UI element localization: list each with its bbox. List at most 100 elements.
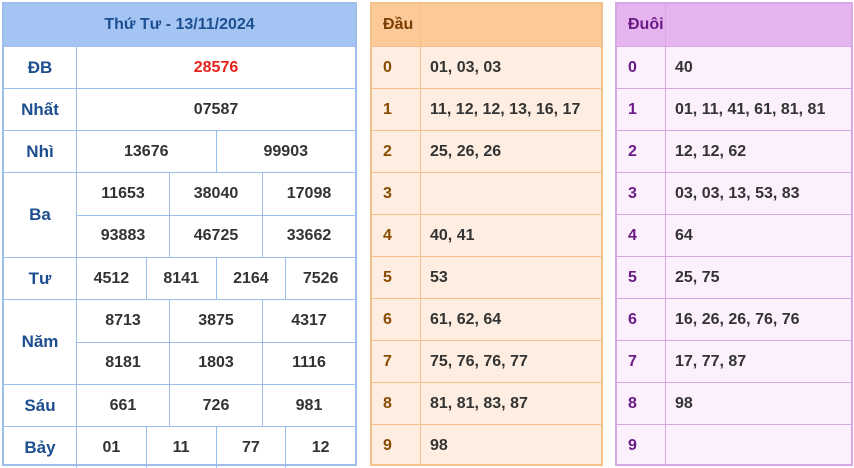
lottery-results-table: Thứ Tư - 13/11/2024 ĐB 28576 Nhất 07587 Nhì 1… [2, 2, 357, 468]
prize-number: 661 [109, 396, 137, 414]
duoi-numbers [666, 425, 851, 466]
duoi-row: 4 64 [617, 214, 851, 256]
duoi-numbers: 12, 12, 62 [675, 142, 747, 160]
dau-table: Đầu 0 01, 03, 03 1 11, 12, 12, 13, 16, 17 2 2… [370, 2, 603, 466]
dau-numbers: 25, 26, 26 [430, 142, 502, 160]
dau-row: 2 25, 26, 26 [372, 130, 601, 172]
dau-numbers: 98 [430, 436, 448, 454]
dau-numbers: 11, 12, 12, 13, 16, 17 [430, 100, 581, 118]
duoi-digit: 1 [617, 89, 666, 130]
prize-row: Năm 8713 3875 4317 8181 1803 1116 [4, 299, 355, 384]
prize-number: 07587 [193, 100, 239, 118]
dau-digit: 2 [372, 131, 421, 172]
prize-label: Nhì [4, 131, 77, 172]
duoi-row: 8 98 [617, 382, 851, 424]
duoi-row: 7 17, 77, 87 [617, 340, 851, 382]
prize-values: 4512 8141 2164 7526 [77, 258, 355, 299]
prize-number: 93883 [100, 227, 146, 245]
prize-row: Nhất 07587 [4, 88, 355, 130]
duoi-table: Đuôi 0 40 1 01, 11, 41, 61, 81, 81 2 12, 12, … [615, 2, 853, 466]
duoi-header-blank [666, 4, 851, 46]
prize-number: 11653 [101, 184, 145, 202]
results-date-title: Thứ Tư - 13/11/2024 [4, 4, 355, 46]
prize-row: Bảy 01 11 77 12 [4, 426, 355, 468]
prize-number: 13676 [124, 142, 169, 160]
prize-row: Nhì 13676 99903 [4, 130, 355, 172]
prize-label: Tư [4, 258, 77, 299]
prize-values: 11653 38040 17098 93883 46725 33662 [77, 173, 355, 257]
prize-values: 28576 [77, 47, 355, 88]
prize-number: 99903 [215, 131, 356, 172]
duoi-numbers: 25, 75 [675, 268, 720, 286]
dau-numbers: 40, 41 [430, 226, 475, 244]
prize-number-row: 28576 [77, 47, 355, 88]
prize-label: Sáu [4, 385, 77, 426]
prize-label: Năm [4, 300, 77, 384]
dau-digit: 4 [372, 215, 421, 256]
prize-number: 4512 [93, 269, 130, 287]
duoi-header-row: Đuôi [617, 4, 851, 46]
duoi-digit: 4 [617, 215, 666, 256]
prize-number: 1803 [169, 342, 262, 384]
prize-values: 8713 3875 4317 8181 1803 1116 [77, 300, 355, 384]
duoi-digit: 2 [617, 131, 666, 172]
duoi-row: 5 25, 75 [617, 256, 851, 298]
prize-number: 11 [145, 427, 216, 468]
prize-number-row: 01 11 77 12 [77, 427, 355, 468]
dau-digit: 6 [372, 299, 421, 340]
prize-values: 01 11 77 12 [77, 427, 355, 468]
prize-number-row: 8713 3875 4317 [77, 300, 355, 342]
prize-number-row: 11653 38040 17098 [77, 173, 355, 215]
prize-row: ĐB 28576 [4, 46, 355, 88]
dau-header-row: Đầu [372, 4, 601, 46]
prize-number: 8141 [145, 258, 216, 299]
prize-row: Ba 11653 38040 17098 93883 46725 33662 [4, 172, 355, 257]
dau-numbers: 61, 62, 64 [430, 310, 502, 328]
prize-label: ĐB [4, 47, 77, 88]
prize-number-row: 8181 1803 1116 [77, 341, 355, 384]
prize-values: 07587 [77, 89, 355, 130]
duoi-row: 1 01, 11, 41, 61, 81, 81 [617, 88, 851, 130]
duoi-digit: 6 [617, 299, 666, 340]
prize-number: 46725 [169, 215, 262, 257]
duoi-rows: 0 40 1 01, 11, 41, 61, 81, 81 2 12, 12, 62 3 03… [617, 46, 851, 466]
duoi-header-label: Đuôi [617, 4, 666, 46]
dau-row: 4 40, 41 [372, 214, 601, 256]
prize-number: 4317 [262, 300, 355, 342]
prize-number: 726 [169, 385, 262, 426]
dau-row: 5 53 [372, 256, 601, 298]
dau-digit: 3 [372, 173, 421, 214]
prize-number: 77 [215, 427, 286, 468]
dau-numbers: 53 [430, 268, 448, 286]
dau-row: 6 61, 62, 64 [372, 298, 601, 340]
duoi-numbers: 16, 26, 26, 76, 76 [675, 310, 800, 328]
dau-digit: 0 [372, 47, 421, 88]
duoi-row: 9 [617, 424, 851, 466]
duoi-numbers: 98 [675, 394, 693, 412]
duoi-numbers: 03, 03, 13, 53, 83 [675, 184, 800, 202]
duoi-digit: 0 [617, 47, 666, 88]
prize-values: 661 726 981 [77, 385, 355, 426]
prize-values: 13676 99903 [77, 131, 355, 172]
dau-numbers [421, 173, 601, 214]
dau-row: 1 11, 12, 12, 13, 16, 17 [372, 88, 601, 130]
duoi-row: 6 16, 26, 26, 76, 76 [617, 298, 851, 340]
dau-row: 8 81, 81, 83, 87 [372, 382, 601, 424]
dau-digit: 7 [372, 341, 421, 382]
duoi-digit: 8 [617, 383, 666, 424]
prize-number-row: 07587 [77, 89, 355, 130]
dau-row: 3 [372, 172, 601, 214]
dau-numbers: 75, 76, 76, 77 [430, 352, 528, 370]
prize-label: Nhất [4, 89, 77, 130]
dau-digit: 5 [372, 257, 421, 298]
duoi-digit: 9 [617, 425, 666, 466]
prize-number: 7526 [285, 258, 355, 299]
special-prize-number: 28576 [193, 58, 239, 76]
duoi-numbers: 64 [675, 226, 693, 244]
prize-number: 33662 [262, 215, 355, 257]
prize-number: 981 [262, 385, 355, 426]
duoi-numbers: 01, 11, 41, 61, 81, 81 [675, 100, 826, 118]
prize-number: 3875 [169, 300, 262, 342]
prize-number-row: 93883 46725 33662 [77, 214, 355, 257]
prize-number: 8181 [105, 354, 141, 372]
